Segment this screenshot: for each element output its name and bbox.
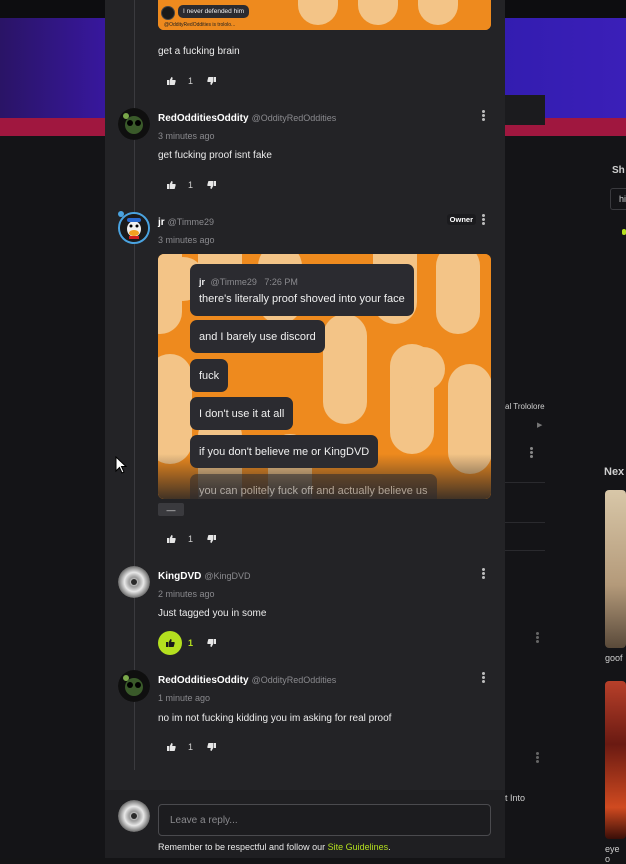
thumbs-down-icon[interactable] [205,532,219,546]
reply-box: Leave a reply... [118,800,498,840]
comment-body: get fucking proof isnt fake [158,150,272,161]
comment: RedOdditiesOddity @OddityRedOddities 1 mi… [118,670,498,755]
comment: RedOdditiesOddity @OddityRedOddities 3 mi… [118,108,498,190]
comment-header: jr @Timme29 3 minutes ago [158,212,215,245]
username[interactable]: KingDVD [158,571,201,582]
avatar[interactable] [118,212,150,244]
comment: jr @Timme29 3 minutes ago Owner [118,211,498,252]
timestamp: 1 minute ago [158,693,211,703]
guidelines-period: . [388,842,391,852]
thumbs-up-icon[interactable] [158,631,182,655]
comment-body: Just tagged you in some [158,608,267,619]
avatar[interactable] [118,108,150,140]
comment-header: KingDVD @KingDVD 2 minutes ago [158,566,251,599]
collapse-button[interactable]: — [158,503,184,516]
avatar [118,800,150,832]
bg-label: eye o [605,844,620,864]
bg-thumbnail [605,681,626,839]
avatar [161,6,175,20]
chat-message: there's literally proof shoved into your… [199,293,405,305]
user-handle: @KingDVD [204,571,251,581]
chat-bubble: you can politely fuck off and actually b… [190,474,437,499]
bg-label: Nex [604,466,625,478]
more-options-icon[interactable] [482,568,486,580]
bg-divider [505,550,545,551]
bg-kebab-icon [536,752,540,764]
chat-username: jr [199,277,206,287]
thumbs-up-icon[interactable] [164,740,178,754]
like-count: 1 [188,180,194,190]
bg-dot [622,229,626,235]
more-options-icon[interactable] [482,672,486,684]
thumbs-down-icon[interactable] [205,740,219,754]
guidelines-text: Remember to be respectful and follow our [158,842,328,852]
bg-label: goof [605,653,623,663]
bg-divider [505,482,545,483]
chat-bubble: and I barely use discord [190,320,325,353]
comment-header: RedOdditiesOddity @OddityRedOddities 1 mi… [158,670,336,703]
guidelines-note: Remember to be respectful and follow our… [158,842,391,852]
owner-badge: Owner [446,214,476,225]
like-count: 1 [188,76,194,86]
site-guidelines-link[interactable]: Site Guidelines [328,842,389,852]
comment-actions: 1 [164,740,219,754]
comment-body: get a fucking brain [158,46,240,57]
reply-input[interactable]: Leave a reply... [158,804,491,836]
username[interactable]: RedOdditiesOddity [158,113,249,124]
timestamp: 2 minutes ago [158,589,215,599]
bg-label: hi [619,194,626,204]
thumbs-up-icon[interactable] [164,178,178,192]
timestamp: 3 minutes ago [158,235,215,245]
bg-label: Sh [612,165,625,176]
caption: @OddityRedOddities is trololo... [164,22,236,28]
comment-actions: 1 [164,74,219,88]
comment: KingDVD @KingDVD 2 minutes ago Just tagge… [118,566,498,658]
comment-actions: 1 [164,532,219,546]
thumbs-up-icon[interactable] [164,74,178,88]
comment-image[interactable]: I never defended him @OddityRedOddities … [158,0,491,30]
chat-bubble: I don't use it at all [190,397,294,430]
bg-divider [505,522,545,523]
comment-body: no im not fucking kidding you im asking … [158,713,392,724]
username[interactable]: jr [158,217,165,228]
chat-bubble: jr @Timme29 7:26 PM there's literally pr… [190,264,414,316]
bg-thumbnail [605,490,626,648]
user-handle: @Timme29 [167,217,214,227]
timestamp: 3 minutes ago [158,131,215,141]
bg-label: t Into [505,793,526,803]
like-count: 1 [188,534,194,544]
badge-dot [118,211,124,217]
chat-bubble: if you don't believe me or KingDVD [190,435,379,468]
comment-actions: 1 [164,178,219,192]
avatar[interactable] [118,670,150,702]
more-options-icon[interactable] [482,110,486,122]
thumbs-down-icon[interactable] [205,178,219,192]
chat-bubble: I never defended him [178,5,250,18]
bg-block [505,95,545,125]
thumbs-down-icon[interactable] [205,636,219,650]
like-count: 1 [188,742,194,752]
comment-header: RedOdditiesOddity @OddityRedOddities 3 mi… [158,108,336,141]
like-count: 1 [188,638,194,648]
bg-kebab-icon [536,632,540,644]
user-handle: @OddityRedOddities [251,675,337,685]
comment-image[interactable]: jr @Timme29 7:26 PM there's literally pr… [158,254,491,499]
thumbs-down-icon[interactable] [205,74,219,88]
chat-handle: @Timme29 [210,277,257,287]
mouse-cursor-icon [115,456,127,474]
username[interactable]: RedOdditiesOddity [158,675,249,686]
bg-arrow: ▶ [537,422,543,429]
chat-bubble: fuck [190,359,229,392]
avatar[interactable] [118,566,150,598]
user-handle: @OddityRedOddities [251,113,337,123]
more-options-icon[interactable] [482,214,486,226]
thumbs-up-icon[interactable] [164,532,178,546]
comment-actions: 1 [158,631,219,655]
bg-label: al Trololore [505,402,545,411]
bg-kebab-icon [530,447,534,459]
chat-time: 7:26 PM [264,277,298,287]
